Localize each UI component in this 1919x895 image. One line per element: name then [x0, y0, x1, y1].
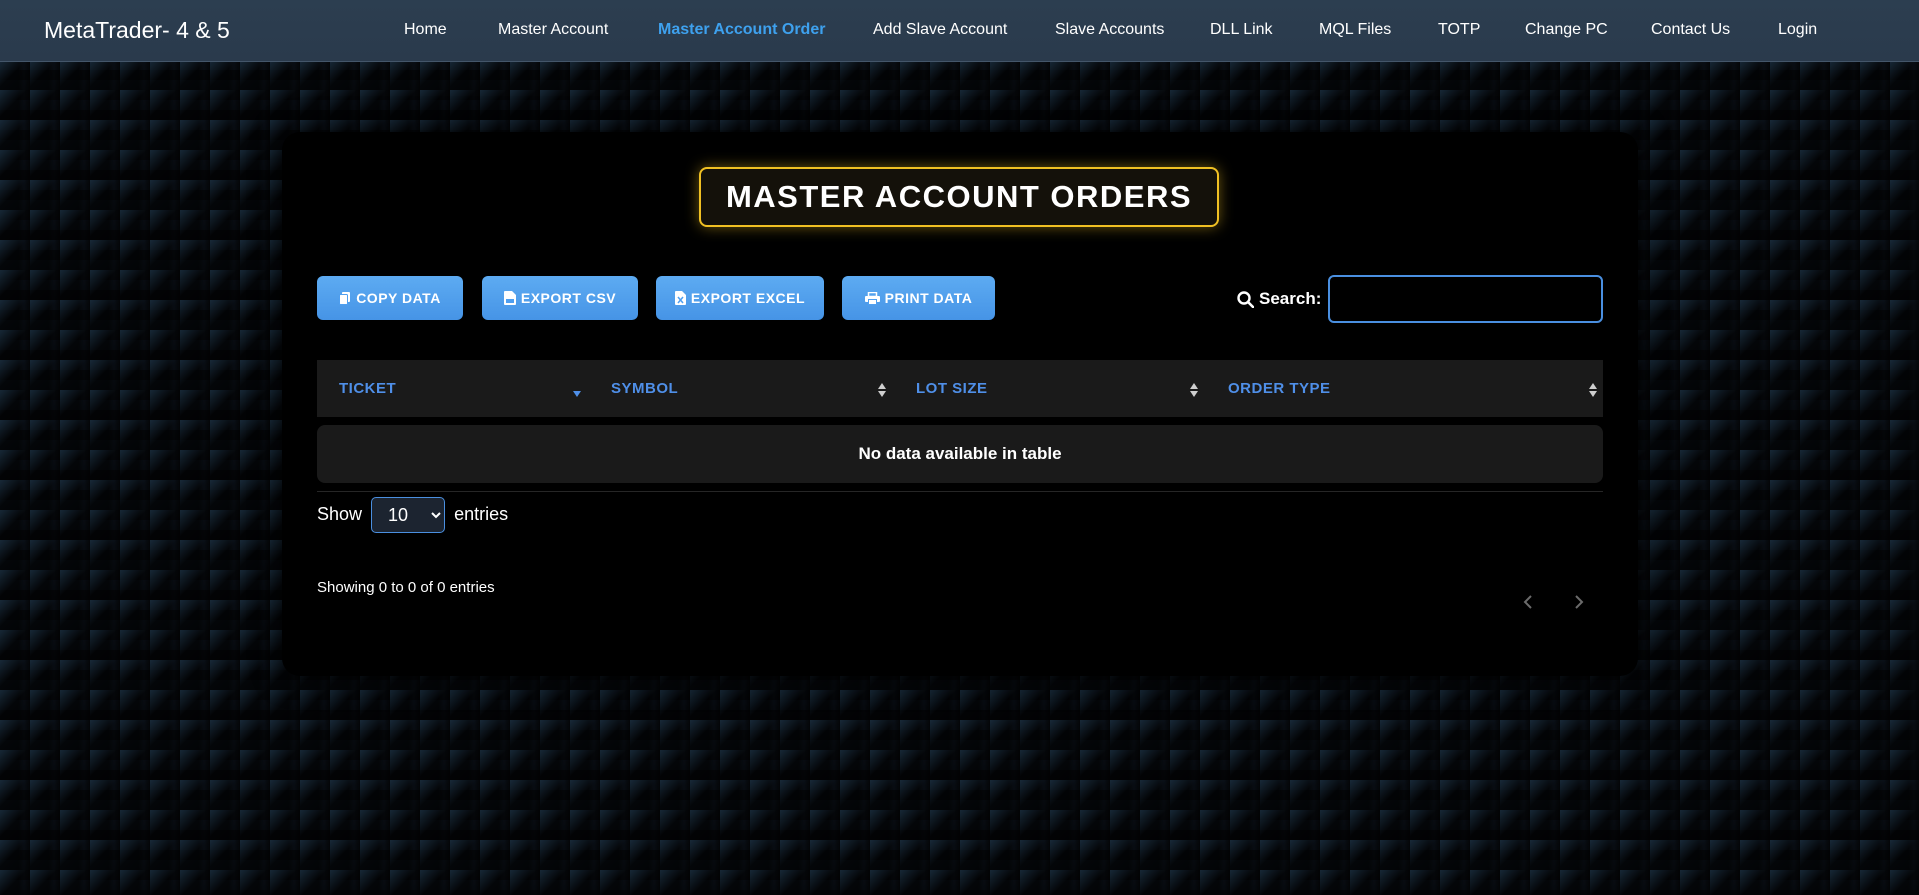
file-csv-icon [503, 291, 516, 305]
nav-link-slave-accounts[interactable]: Slave Accounts [1055, 20, 1164, 40]
export-csv-button[interactable]: EXPORT CSV [482, 276, 638, 320]
chevron-right-icon [1575, 595, 1584, 609]
top-navbar: MetaTrader- 4 & 5 Home Master Account Ma… [0, 0, 1919, 62]
nav-link-totp[interactable]: TOTP [1438, 20, 1480, 40]
print-data-label: PRINT DATA [884, 290, 973, 306]
show-label: Show [317, 504, 363, 524]
search-icon [1237, 290, 1254, 308]
nav-link-mql-files[interactable]: MQL Files [1319, 20, 1391, 40]
nav-link-dll-link[interactable]: DLL Link [1210, 20, 1273, 40]
export-excel-button[interactable]: EXPORT EXCEL [656, 276, 824, 320]
chevron-left-icon [1523, 595, 1532, 609]
nav-link-login[interactable]: Login [1778, 20, 1817, 40]
print-icon [864, 291, 880, 305]
nav-link-add-slave-account[interactable]: Add Slave Account [873, 20, 1007, 40]
column-header-ticket[interactable]: TICKET [339, 360, 589, 417]
column-header-ticket-label: TICKET [339, 380, 397, 397]
column-header-symbol[interactable]: SYMBOL [611, 360, 891, 417]
column-header-order-type[interactable]: ORDER TYPE [1228, 360, 1578, 417]
page-title: MASTER ACCOUNT ORDERS [725, 179, 1193, 214]
column-header-symbol-label: SYMBOL [611, 380, 679, 397]
nav-link-master-account-order[interactable]: Master Account Order [658, 20, 825, 40]
entries-label: entries [454, 504, 509, 524]
sort-both-icon [1190, 383, 1198, 397]
print-data-button[interactable]: PRINT DATA [842, 276, 995, 320]
entries-per-page-select[interactable]: 10 [371, 497, 446, 534]
nav-link-contact-us[interactable]: Contact Us [1651, 20, 1730, 40]
table-info: Showing 0 to 0 of 0 entries [317, 579, 495, 596]
previous-page-button[interactable] [1516, 590, 1540, 614]
column-header-order-type-label: ORDER TYPE [1228, 380, 1331, 397]
column-header-lot-size[interactable]: LOT SIZE [916, 360, 1216, 417]
column-header-lot-size-label: LOT SIZE [916, 380, 988, 397]
nav-link-home[interactable]: Home [404, 20, 447, 40]
entries-length-control: Show 10 entries [317, 495, 509, 534]
export-excel-label: EXPORT EXCEL [690, 290, 806, 306]
sort-both-icon [1589, 383, 1597, 397]
table-divider [317, 491, 1603, 492]
export-csv-label: EXPORT CSV [520, 290, 617, 306]
next-page-button[interactable] [1567, 590, 1591, 614]
copy-data-label: COPY DATA [356, 290, 441, 306]
sort-desc-icon [573, 391, 581, 397]
page-title-box: MASTER ACCOUNT ORDERS [699, 167, 1219, 227]
search-input[interactable] [1328, 275, 1603, 323]
empty-table-message: No data available in table [317, 425, 1603, 483]
copy-data-button[interactable]: COPY DATA [317, 276, 463, 320]
nav-link-change-pc[interactable]: Change PC [1525, 20, 1608, 40]
file-excel-icon [674, 291, 686, 305]
nav-links: Home Master Account Master Account Order… [0, 20, 1919, 42]
orders-card: MASTER ACCOUNT ORDERS COPY DATA EXPORT C… [282, 132, 1638, 676]
search-label-text: Search: [1259, 289, 1322, 308]
nav-link-master-account[interactable]: Master Account [498, 20, 608, 40]
sort-both-icon [878, 383, 886, 397]
table-header-row: TICKET SYMBOL LOT SIZE ORDER TYPE [317, 360, 1603, 417]
search-label: Search: [1237, 288, 1321, 310]
copy-icon [339, 291, 351, 305]
